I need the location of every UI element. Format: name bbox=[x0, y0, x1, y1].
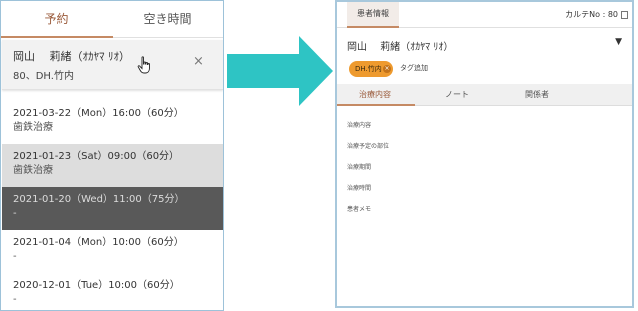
tab-note[interactable]: ノート bbox=[445, 84, 469, 106]
tag-chip[interactable]: DH.竹内 × bbox=[349, 61, 393, 77]
detail-tabs: 治療内容 ノート 関係者 bbox=[337, 84, 632, 106]
appointment-datetime: 2021-01-04（Mon）10:00（60分） bbox=[13, 237, 184, 248]
patient-card[interactable]: 岡山 莉緒（ｵｶﾔﾏ ﾘｵ） 80、DH.竹内 × bbox=[2, 40, 223, 90]
tab-treatment[interactable]: 治療内容 bbox=[359, 84, 391, 106]
copy-icon[interactable] bbox=[621, 11, 628, 19]
appointment-treatment: - bbox=[13, 251, 17, 262]
patient-detail-panel: 患者情報 カルテNo : 80 岡山 莉緒（ｵｶﾔﾏ ﾘｵ） ▼ DH.竹内 ×… bbox=[335, 0, 634, 308]
panel-tabs: 予約 空き時間 bbox=[1, 1, 223, 38]
right-arrow-icon bbox=[227, 36, 333, 106]
field-planned-area[interactable]: 治療予定の部位 bbox=[347, 141, 389, 150]
detail-patient-name: 岡山 莉緒（ｵｶﾔﾏ ﾘｵ） bbox=[347, 42, 454, 53]
appointment-item[interactable]: 2020-12-01（Tue）10:00（60分） - bbox=[2, 273, 223, 310]
appointment-treatment: - bbox=[13, 208, 17, 219]
close-icon[interactable]: × bbox=[193, 54, 204, 69]
field-time[interactable]: 治療時間 bbox=[347, 183, 371, 192]
appointment-item[interactable]: 2021-03-22（Mon）16:00（60分） 歯鉄治療 bbox=[2, 101, 223, 144]
karte-number: カルテNo : 80 bbox=[565, 10, 618, 19]
patient-info: 80、DH.竹内 bbox=[13, 71, 74, 82]
patient-name: 岡山 莉緒（ｵｶﾔﾏ ﾘｵ） bbox=[13, 50, 130, 63]
appointment-panel: 予約 空き時間 岡山 莉緒（ｵｶﾔﾏ ﾘｵ） 80、DH.竹内 × 2021-0… bbox=[0, 0, 224, 311]
chevron-down-icon[interactable]: ▼ bbox=[615, 37, 622, 47]
appointment-treatment: - bbox=[13, 294, 17, 305]
tab-related[interactable]: 関係者 bbox=[525, 84, 549, 106]
appointment-treatment: 歯鉄治療 bbox=[13, 165, 53, 176]
tab-active-indicator bbox=[1, 36, 113, 38]
hand-cursor-icon bbox=[137, 56, 150, 74]
field-period[interactable]: 治療期間 bbox=[347, 162, 371, 171]
tag-remove-icon[interactable]: × bbox=[383, 65, 391, 73]
field-treatment[interactable]: 治療内容 bbox=[347, 120, 371, 129]
tab-free-time[interactable]: 空き時間 bbox=[112, 1, 223, 37]
tab-patient-info[interactable]: 患者情報 bbox=[347, 2, 399, 28]
appointment-item[interactable]: 2021-01-04（Mon）10:00（60分） - bbox=[2, 230, 223, 273]
tab-reservation[interactable]: 予約 bbox=[1, 1, 112, 37]
appointment-datetime: 2021-03-22（Mon）16:00（60分） bbox=[13, 108, 184, 119]
tag-label: DH.竹内 bbox=[355, 65, 382, 73]
appointment-datetime: 2021-01-20（Wed）11:00（75分） bbox=[13, 194, 185, 205]
appointment-item-selected[interactable]: 2021-01-20（Wed）11:00（75分） - bbox=[2, 187, 223, 230]
appointment-item[interactable]: 2021-01-23（Sat）09:00（60分） 歯鉄治療 bbox=[2, 144, 223, 187]
tab-active-indicator bbox=[337, 104, 415, 106]
appointment-datetime: 2021-01-23（Sat）09:00（60分） bbox=[13, 151, 180, 162]
detail-header: 患者情報 カルテNo : 80 bbox=[337, 2, 632, 28]
field-memo[interactable]: 患者メモ bbox=[347, 204, 371, 213]
appointment-datetime: 2020-12-01（Tue）10:00（60分） bbox=[13, 280, 180, 291]
appointment-treatment: 歯鉄治療 bbox=[13, 122, 53, 133]
add-tag-button[interactable]: タグ追加 bbox=[400, 63, 428, 73]
